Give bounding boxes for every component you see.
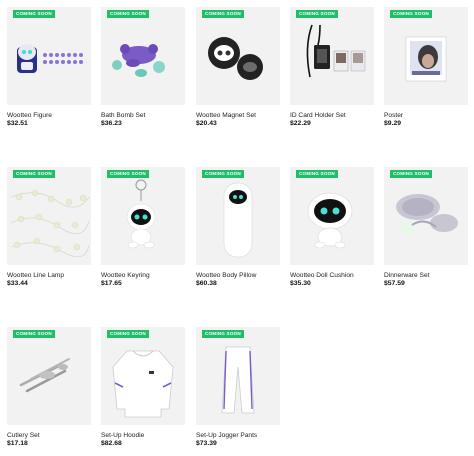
- product-price: $60.38: [196, 280, 217, 287]
- figure-image: [17, 44, 83, 73]
- product-thumbnail[interactable]: COMING SOON: [7, 327, 91, 425]
- product-price: $73.39: [196, 440, 217, 447]
- product-card[interactable]: COMING SOON Wootteo Doll Cushion $35.30: [290, 167, 374, 288]
- product-card[interactable]: COMING SOON Wootteo Keyring $17.65: [101, 167, 185, 288]
- product-thumbnail[interactable]: COMING SOON: [196, 327, 280, 425]
- product-thumbnail[interactable]: COMING SOON: [290, 7, 374, 105]
- product-thumbnail[interactable]: COMING SOON: [384, 7, 468, 105]
- product-name[interactable]: Cutlery Set: [7, 432, 91, 440]
- body-pillow-image: [223, 182, 253, 258]
- product-name[interactable]: Poster: [384, 112, 468, 120]
- coming-soon-badge: COMING SOON: [13, 170, 55, 178]
- product-thumbnail[interactable]: COMING SOON: [101, 7, 185, 105]
- line-lamp-image: [10, 189, 90, 258]
- product-card[interactable]: COMING SOON Wootteo Line Lamp $33.44: [7, 167, 91, 288]
- doll-cushion-image: [307, 192, 353, 249]
- product-name[interactable]: Dinnerware Set: [384, 272, 468, 280]
- product-price: $9.29: [384, 120, 402, 127]
- coming-soon-badge: COMING SOON: [107, 330, 149, 338]
- coming-soon-badge: COMING SOON: [296, 170, 338, 178]
- poster-image: [405, 36, 447, 82]
- product-name[interactable]: Wootteo Body Pillow: [196, 272, 280, 280]
- product-card[interactable]: COMING SOON Poster $9.29: [384, 7, 468, 128]
- coming-soon-badge: COMING SOON: [296, 10, 338, 18]
- product-thumbnail[interactable]: COMING SOON: [101, 327, 185, 425]
- coming-soon-badge: COMING SOON: [107, 10, 149, 18]
- cutlery-image: [19, 358, 70, 393]
- product-price: $33.44: [7, 280, 28, 287]
- product-thumbnail[interactable]: COMING SOON: [101, 167, 185, 265]
- product-name[interactable]: ID Card Holder Set: [290, 112, 374, 120]
- hoodie-image: [112, 350, 174, 418]
- dinnerware-image: [394, 194, 458, 237]
- product-price: $22.29: [290, 120, 311, 127]
- product-name[interactable]: Wootteo Keyring: [101, 272, 185, 280]
- product-card[interactable]: COMING SOON Set-Up Hoodie $82.68: [101, 327, 185, 448]
- product-thumbnail[interactable]: COMING SOON: [7, 7, 91, 105]
- product-price: $82.68: [101, 440, 122, 447]
- card-holder-image: [306, 24, 366, 78]
- coming-soon-badge: COMING SOON: [202, 170, 244, 178]
- product-card[interactable]: COMING SOON Dinnerware Set $57.59: [384, 167, 468, 288]
- product-thumbnail[interactable]: COMING SOON: [196, 167, 280, 265]
- coming-soon-badge: COMING SOON: [13, 10, 55, 18]
- product-card[interactable]: COMING SOON Cutlery Set $17.18: [7, 327, 91, 448]
- product-price: $32.51: [7, 120, 28, 127]
- jogger-pants-image: [221, 346, 255, 414]
- product-name[interactable]: Set-Up Hoodie: [101, 432, 185, 440]
- product-price: $57.59: [384, 280, 405, 287]
- coming-soon-badge: COMING SOON: [202, 330, 244, 338]
- coming-soon-badge: COMING SOON: [390, 170, 432, 178]
- product-card[interactable]: COMING SOON Wootteo Magnet Set $20.43: [196, 7, 280, 128]
- product-card[interactable]: COMING SOON Set-Up Jogger Pants $73.39: [196, 327, 280, 448]
- product-thumbnail[interactable]: COMING SOON: [384, 167, 468, 265]
- coming-soon-badge: COMING SOON: [13, 330, 55, 338]
- coming-soon-badge: COMING SOON: [107, 170, 149, 178]
- product-name[interactable]: Wootteo Magnet Set: [196, 112, 280, 120]
- product-name[interactable]: Wootteo Line Lamp: [7, 272, 91, 280]
- product-card[interactable]: COMING SOON Wootteo Figure $32.51: [7, 7, 91, 128]
- magnet-image: [208, 37, 263, 80]
- product-card[interactable]: COMING SOON Bath Bomb Set $36.23: [101, 7, 185, 128]
- product-price: $35.30: [290, 280, 311, 287]
- coming-soon-badge: COMING SOON: [202, 10, 244, 18]
- product-price: $20.43: [196, 120, 217, 127]
- product-card[interactable]: COMING SOON ID Card Holder Set $22.29: [290, 7, 374, 128]
- coming-soon-badge: COMING SOON: [390, 10, 432, 18]
- product-name[interactable]: Set-Up Jogger Pants: [196, 432, 280, 440]
- product-name[interactable]: Wootteo Doll Cushion: [290, 272, 374, 280]
- product-card[interactable]: COMING SOON Wootteo Body Pillow $60.38: [196, 167, 280, 288]
- product-name[interactable]: Wootteo Figure: [7, 112, 91, 120]
- bath-bomb-image: [112, 44, 165, 77]
- keyring-image: [126, 179, 156, 249]
- product-price: $36.23: [101, 120, 122, 127]
- product-price: $17.65: [101, 280, 122, 287]
- product-price: $17.18: [7, 440, 28, 447]
- product-name[interactable]: Bath Bomb Set: [101, 112, 185, 120]
- product-thumbnail[interactable]: COMING SOON: [7, 167, 91, 265]
- product-thumbnail[interactable]: COMING SOON: [196, 7, 280, 105]
- product-thumbnail[interactable]: COMING SOON: [290, 167, 374, 265]
